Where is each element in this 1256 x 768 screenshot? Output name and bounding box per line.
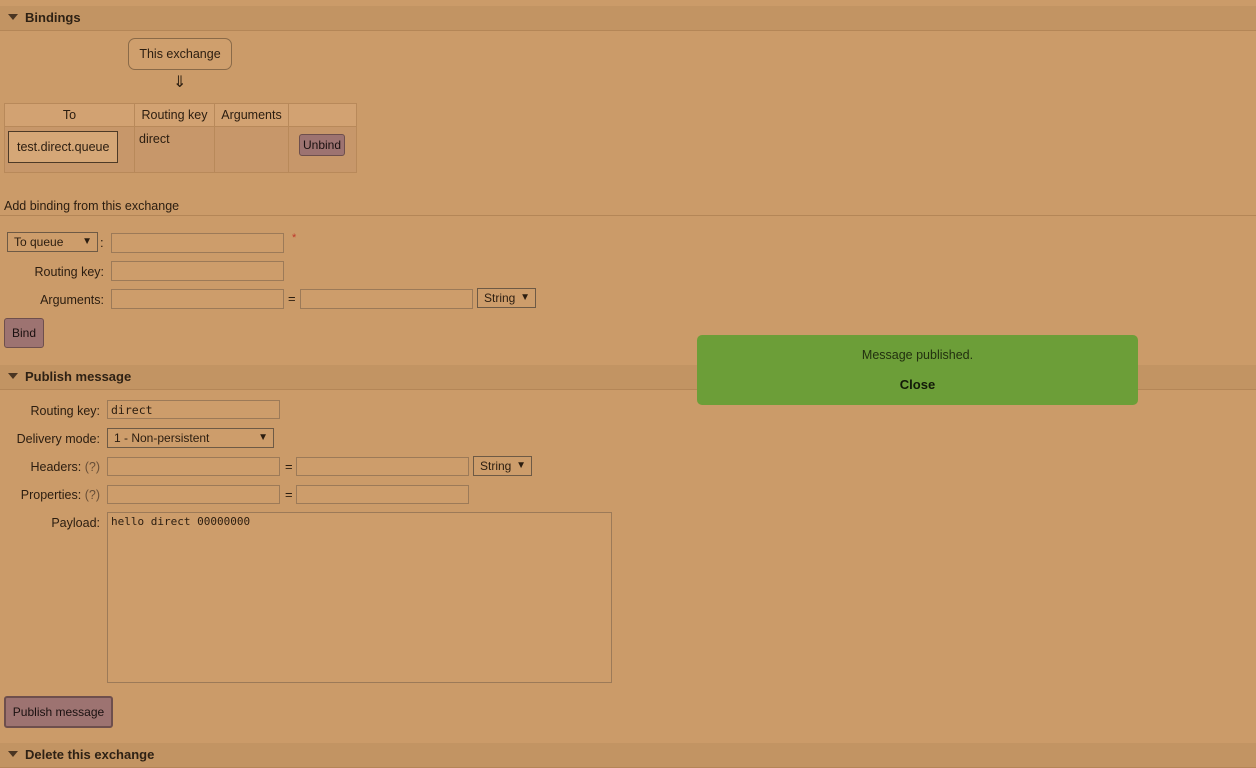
binding-argument-value-input[interactable] [300, 289, 473, 309]
destination-type-value: To queue [14, 235, 64, 249]
publish-routing-key-input[interactable]: direct [107, 400, 280, 419]
publish-message-button[interactable]: Publish message [4, 696, 113, 728]
col-header-arguments: Arguments [214, 103, 289, 127]
dropdown-arrow-icon: ▼ [516, 460, 526, 471]
bindings-title: Bindings [25, 10, 81, 25]
binding-routing-key-label: Routing key: [34, 265, 104, 279]
binding-argument-type-select[interactable]: String ▼ [477, 288, 536, 308]
payload-textarea[interactable]: hello direct 00000000 [107, 512, 612, 683]
unbind-button[interactable]: Unbind [299, 134, 345, 156]
binding-argument-key-input[interactable] [111, 289, 284, 309]
binding-arguments-label: Arguments: [40, 293, 104, 307]
toast-message: Message published. [861, 348, 974, 362]
col-header-actions [288, 103, 357, 127]
argument-type-value: String [484, 291, 516, 305]
toast-close-button[interactable]: Close [697, 377, 1138, 392]
delivery-mode-value: 1 - Non-persistent [114, 431, 210, 445]
headers-label-text: Headers: [30, 460, 82, 474]
header-value-input[interactable] [296, 457, 469, 476]
colon: : [100, 235, 104, 250]
bind-button[interactable]: Bind [4, 318, 44, 348]
delivery-mode-select[interactable]: 1 - Non-persistent ▼ [107, 428, 274, 448]
equals-sign: = [285, 487, 293, 502]
headers-help-icon[interactable]: (?) [85, 460, 100, 474]
publish-routing-key-label: Routing key: [30, 404, 100, 418]
collapse-triangle-icon [8, 751, 18, 757]
message-published-toast: Message published. Close [697, 335, 1138, 405]
header-type-value: String [480, 459, 512, 473]
property-key-input[interactable] [107, 485, 280, 504]
headers-label: Headers: (?) [4, 460, 101, 474]
destination-name-input[interactable] [111, 233, 284, 253]
dropdown-arrow-icon: ▼ [520, 292, 530, 303]
divider [0, 215, 1256, 216]
properties-help-icon[interactable]: (?) [85, 488, 100, 502]
down-arrow-icon: ⇓ [173, 74, 187, 91]
delivery-mode-label: Delivery mode: [16, 432, 100, 446]
header-type-select[interactable]: String ▼ [473, 456, 532, 476]
publish-title: Publish message [25, 369, 132, 384]
dropdown-arrow-icon: ▼ [258, 432, 268, 443]
add-binding-title: Add binding from this exchange [4, 199, 180, 213]
arguments-cell [214, 126, 289, 173]
bindings-table: To Routing key Arguments test.direct.que… [4, 103, 357, 173]
equals-sign: = [288, 291, 296, 306]
equals-sign: = [285, 459, 293, 474]
actions-cell: Unbind [288, 126, 357, 173]
routing-key-cell: direct [134, 126, 215, 173]
destination-type-select[interactable]: To queue ▼ [7, 232, 98, 252]
dropdown-arrow-icon: ▼ [82, 236, 92, 247]
col-header-to: To [4, 103, 135, 127]
queue-link[interactable]: test.direct.queue [8, 131, 119, 163]
properties-label: Properties: (?) [4, 488, 100, 502]
properties-label-text: Properties: [20, 488, 82, 502]
binding-routing-key-input[interactable] [111, 261, 284, 281]
collapse-triangle-icon [8, 373, 18, 379]
payload-label: Payload: [51, 516, 100, 530]
this-exchange-node: This exchange [128, 38, 232, 70]
delete-section-header[interactable]: Delete this exchange [0, 743, 1256, 768]
collapse-triangle-icon [8, 14, 18, 20]
property-value-input[interactable] [296, 485, 469, 504]
required-mark: * [292, 232, 297, 244]
bindings-section-header[interactable]: Bindings [0, 6, 1256, 31]
header-key-input[interactable] [107, 457, 280, 476]
table-row: test.direct.queue direct Unbind [4, 126, 357, 173]
col-header-routing-key: Routing key [134, 103, 215, 127]
